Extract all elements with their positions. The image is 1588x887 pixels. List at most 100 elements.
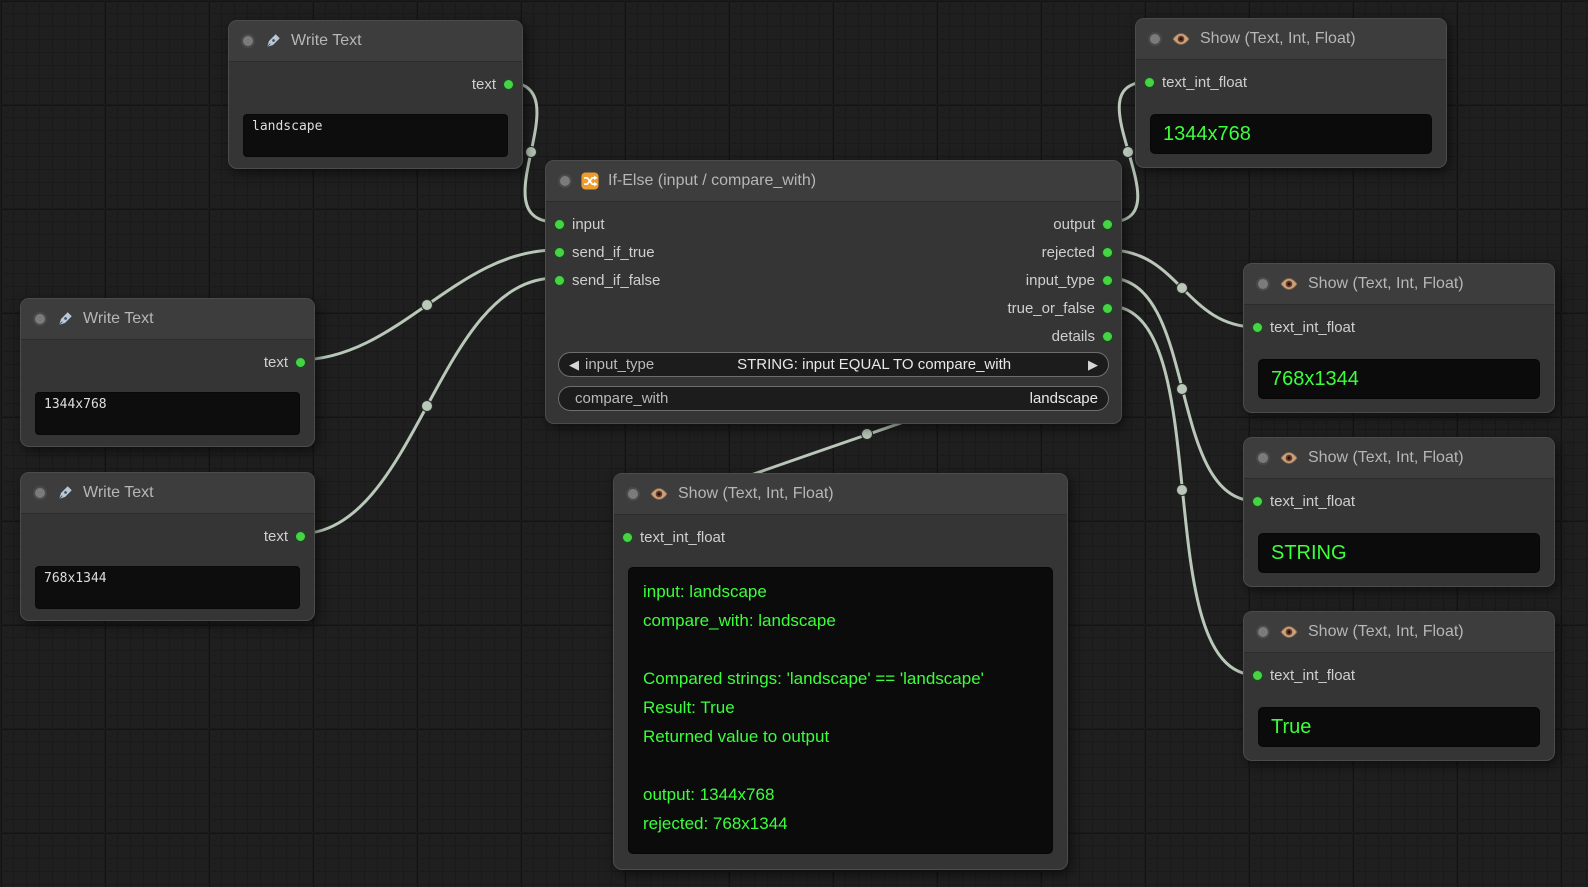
node-title: Write Text	[83, 310, 154, 328]
input-port-input[interactable]	[554, 219, 565, 230]
node-graph-canvas[interactable]: Write Text text landscape Write Text tex…	[0, 0, 1588, 887]
pen-icon	[264, 32, 282, 50]
text-value-input[interactable]: 1344x768	[35, 392, 300, 435]
node-if-else[interactable]: If-Else (input / compare_with) input sen…	[545, 160, 1122, 424]
input-port-text-int-float[interactable]	[622, 532, 633, 543]
link-midpoint-dot[interactable]	[422, 300, 433, 311]
eye-icon	[1171, 32, 1191, 46]
output-port-input-type[interactable]	[1102, 275, 1113, 286]
node-show-rejected[interactable]: Show (Text, Int, Float) text_int_float 7…	[1243, 263, 1555, 413]
collapse-dot[interactable]	[558, 174, 572, 188]
node-header[interactable]: Show (Text, Int, Float)	[614, 474, 1067, 515]
node-show-details[interactable]: Show (Text, Int, Float) text_int_float i…	[613, 473, 1068, 870]
input-port-text-int-float[interactable]	[1144, 77, 1155, 88]
output-slot-label: input_type	[1026, 272, 1095, 289]
show-value-display: True	[1258, 707, 1540, 747]
node-header[interactable]: Show (Text, Int, Float)	[1244, 264, 1554, 305]
node-header[interactable]: If-Else (input / compare_with)	[546, 161, 1121, 202]
node-write-text-1[interactable]: Write Text text landscape	[228, 20, 523, 169]
collapse-dot[interactable]	[33, 486, 47, 500]
combo-value: STRING: input EQUAL TO compare_with	[660, 356, 1088, 373]
link-midpoint-dot[interactable]	[1177, 384, 1188, 395]
input-slot-label: text_int_float	[1270, 319, 1355, 336]
field-value: landscape	[1030, 390, 1098, 407]
node-title: Show (Text, Int, Float)	[1308, 275, 1464, 293]
output-port-details[interactable]	[1102, 331, 1113, 342]
output-slot-label: output	[1053, 216, 1095, 233]
link-midpoint-dot[interactable]	[526, 147, 537, 158]
node-header[interactable]: Show (Text, Int, Float)	[1244, 438, 1554, 479]
link-midpoint-dot[interactable]	[862, 429, 873, 440]
show-value-display: 1344x768	[1150, 114, 1432, 154]
input-slot-label: text_int_float	[640, 529, 725, 546]
compare-with-field-widget[interactable]: compare_with landscape	[558, 386, 1109, 411]
input-type-combo-widget[interactable]: ◀ input_type STRING: input EQUAL TO comp…	[558, 352, 1109, 377]
field-label: compare_with	[575, 390, 668, 407]
link-midpoint-dot[interactable]	[1177, 485, 1188, 496]
output-port-true-or-false[interactable]	[1102, 303, 1113, 314]
text-value-input[interactable]: landscape	[243, 114, 508, 157]
node-title: Show (Text, Int, Float)	[1308, 449, 1464, 467]
collapse-dot[interactable]	[1148, 32, 1162, 46]
output-slot-label: details	[1052, 328, 1095, 345]
node-header[interactable]: Write Text	[229, 21, 522, 62]
output-port-text[interactable]	[295, 357, 306, 368]
node-title: Show (Text, Int, Float)	[1308, 623, 1464, 641]
input-slot-label: text_int_float	[1162, 74, 1247, 91]
collapse-dot[interactable]	[1256, 451, 1270, 465]
input-port-text-int-float[interactable]	[1252, 496, 1263, 507]
input-slot-label: text_int_float	[1270, 667, 1355, 684]
output-slot-label: rejected	[1042, 244, 1095, 261]
output-slot-label: text	[264, 354, 288, 371]
node-title: Show (Text, Int, Float)	[678, 485, 834, 503]
node-header[interactable]: Show (Text, Int, Float)	[1136, 19, 1446, 60]
link-midpoint-dot[interactable]	[422, 401, 433, 412]
node-write-text-2[interactable]: Write Text text 1344x768	[20, 298, 315, 447]
node-show-output[interactable]: Show (Text, Int, Float) text_int_float 1…	[1135, 18, 1447, 168]
output-port-output[interactable]	[1102, 219, 1113, 230]
collapse-dot[interactable]	[1256, 277, 1270, 291]
node-title: Write Text	[291, 32, 362, 50]
node-title: Write Text	[83, 484, 154, 502]
link-midpoint-dot[interactable]	[1177, 283, 1188, 294]
output-port-text[interactable]	[295, 531, 306, 542]
combo-label: input_type	[585, 356, 654, 373]
text-value-input[interactable]: 768x1344	[35, 566, 300, 609]
node-header[interactable]: Show (Text, Int, Float)	[1244, 612, 1554, 653]
show-value-display: 768x1344	[1258, 359, 1540, 399]
node-show-input-type[interactable]: Show (Text, Int, Float) text_int_float S…	[1243, 437, 1555, 587]
output-slot-label: true_or_false	[1007, 300, 1095, 317]
input-slot-label: text_int_float	[1270, 493, 1355, 510]
output-port-rejected[interactable]	[1102, 247, 1113, 258]
eye-icon	[1279, 451, 1299, 465]
output-slot-label: text	[264, 528, 288, 545]
output-port-text[interactable]	[503, 79, 514, 90]
node-header[interactable]: Write Text	[21, 473, 314, 514]
input-port-send-if-true[interactable]	[554, 247, 565, 258]
input-port-text-int-float[interactable]	[1252, 670, 1263, 681]
input-port-send-if-false[interactable]	[554, 275, 565, 286]
node-write-text-3[interactable]: Write Text text 768x1344	[20, 472, 315, 621]
collapse-dot[interactable]	[241, 34, 255, 48]
collapse-dot[interactable]	[1256, 625, 1270, 639]
input-slot-label: send_if_false	[572, 272, 660, 289]
node-show-true-or-false[interactable]: Show (Text, Int, Float) text_int_float T…	[1243, 611, 1555, 761]
show-value-display: STRING	[1258, 533, 1540, 573]
show-details-display: input: landscape compare_with: landscape…	[628, 567, 1053, 854]
collapse-dot[interactable]	[626, 487, 640, 501]
combo-left-arrow-icon[interactable]: ◀	[569, 357, 579, 373]
link-midpoint-dot[interactable]	[1123, 147, 1134, 158]
eye-icon	[649, 487, 669, 501]
output-slot-label: text	[472, 76, 496, 93]
combo-right-arrow-icon[interactable]: ▶	[1088, 357, 1098, 373]
node-header[interactable]: Write Text	[21, 299, 314, 340]
node-title: Show (Text, Int, Float)	[1200, 30, 1356, 48]
input-port-text-int-float[interactable]	[1252, 322, 1263, 333]
pen-icon	[56, 310, 74, 328]
shuffle-icon	[581, 172, 599, 190]
pen-icon	[56, 484, 74, 502]
input-slot-label: send_if_true	[572, 244, 655, 261]
collapse-dot[interactable]	[33, 312, 47, 326]
eye-icon	[1279, 625, 1299, 639]
input-slot-label: input	[572, 216, 605, 233]
